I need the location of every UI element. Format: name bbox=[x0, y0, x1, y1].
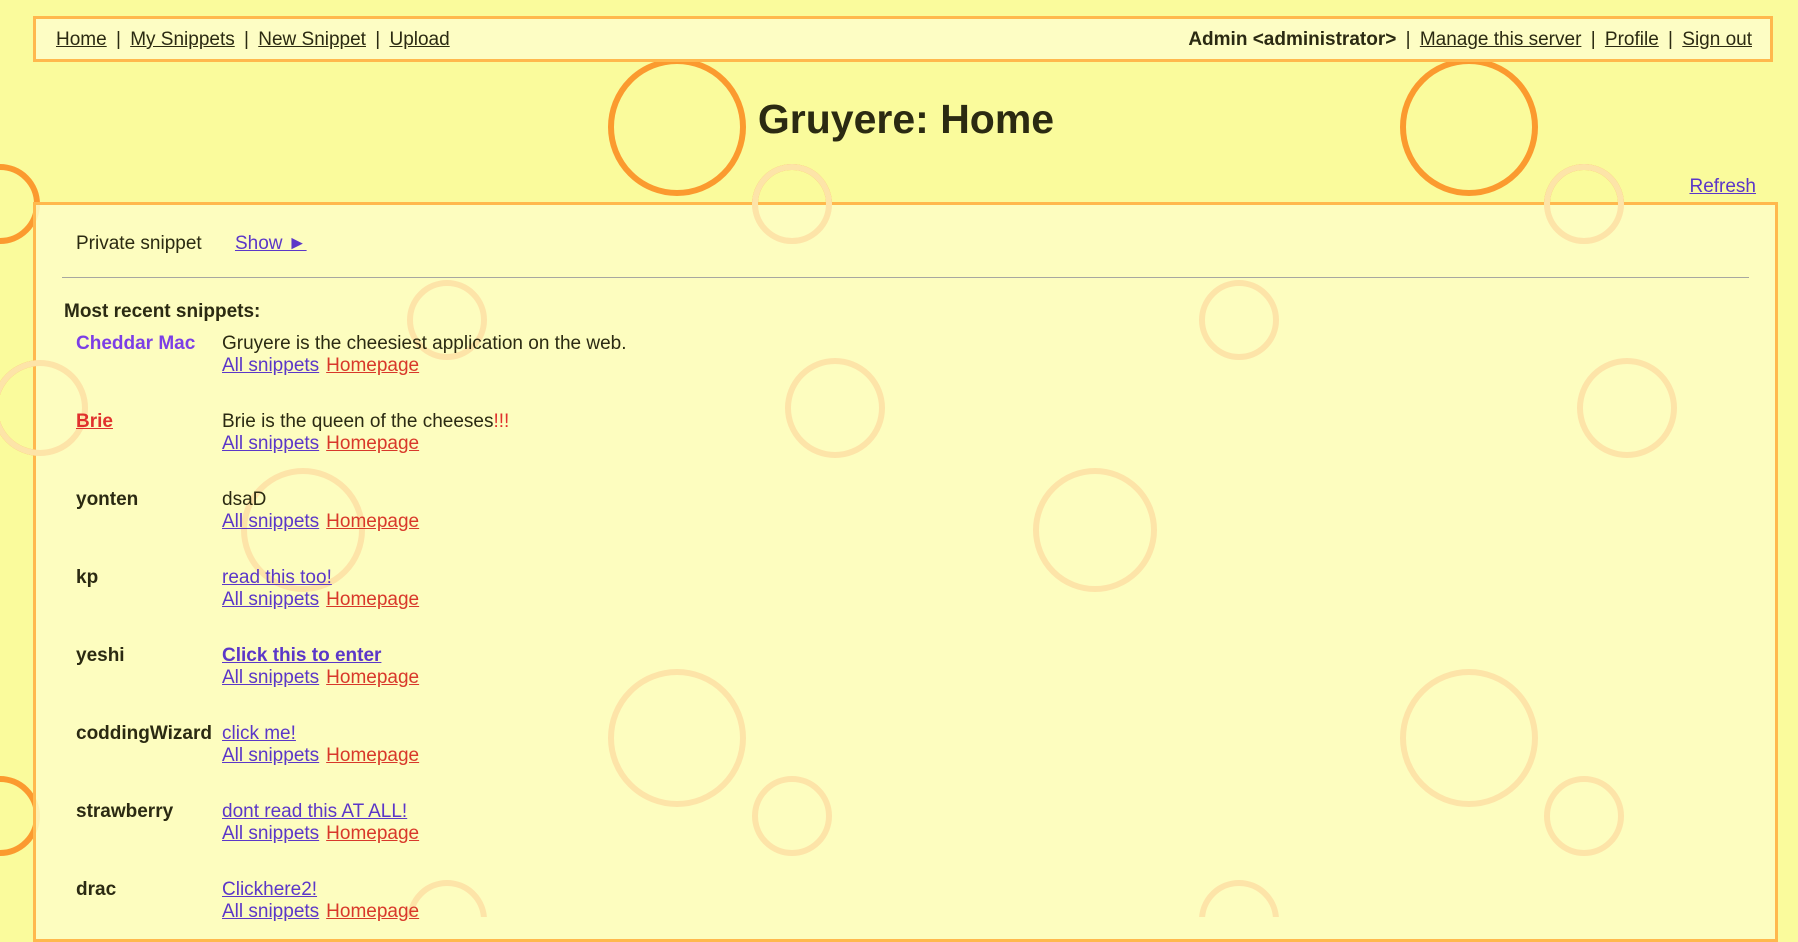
menu-separator: | bbox=[375, 29, 381, 50]
snippet-text-link[interactable]: Click this to enter bbox=[222, 645, 381, 667]
menu-right: Admin <administrator> | Manage this serv… bbox=[1188, 29, 1752, 51]
menu-new-snippet-link[interactable]: New Snippet bbox=[258, 29, 366, 50]
page-title: Gruyere: Home bbox=[757, 96, 1055, 142]
snippet-links: All snippets Homepage bbox=[222, 823, 419, 845]
homepage-link[interactable]: Homepage bbox=[326, 589, 419, 610]
snippet-user-name: kp bbox=[76, 567, 99, 588]
menu-manage-server-link[interactable]: Manage this server bbox=[1420, 29, 1582, 50]
all-snippets-link[interactable]: All snippets bbox=[222, 355, 319, 376]
snippet-text-link[interactable]: click me! bbox=[222, 723, 296, 745]
all-snippets-link[interactable]: All snippets bbox=[222, 823, 319, 844]
show-private-snippet-link[interactable]: Show ► bbox=[235, 233, 307, 254]
snippet-user-name: yonten bbox=[76, 489, 139, 510]
refresh-link[interactable]: Refresh bbox=[1689, 176, 1756, 198]
menu-home-link[interactable]: Home bbox=[56, 29, 107, 50]
snippet-text-link[interactable]: dont read this AT ALL! bbox=[222, 801, 407, 823]
snippet-user-name: strawberry bbox=[76, 801, 174, 822]
recent-snippets-heading: Most recent snippets: bbox=[64, 301, 261, 322]
snippet-user-name[interactable]: Cheddar Mac bbox=[76, 333, 195, 355]
menu-upload-link[interactable]: Upload bbox=[389, 29, 449, 50]
homepage-link[interactable]: Homepage bbox=[326, 901, 419, 922]
snippet-text: dsaD bbox=[222, 489, 267, 510]
private-snippet-row: Private snippet Show ► bbox=[76, 233, 307, 255]
homepage-link[interactable]: Homepage bbox=[326, 667, 419, 688]
snippet-user-name[interactable]: Brie bbox=[76, 411, 113, 433]
homepage-link[interactable]: Homepage bbox=[326, 511, 419, 532]
top-menu-bar: Home | My Snippets | New Snippet | Uploa… bbox=[33, 16, 1773, 62]
current-user-label: Admin <administrator> bbox=[1188, 29, 1397, 50]
homepage-link[interactable]: Homepage bbox=[326, 355, 419, 376]
snippet-text-container: Brie is the queen of the cheeses!!! bbox=[222, 411, 509, 433]
snippet-text: Gruyere is the cheesiest application on … bbox=[222, 333, 627, 354]
homepage-link[interactable]: Homepage bbox=[326, 433, 419, 454]
snippet-links: All snippets Homepage bbox=[222, 511, 419, 533]
snippet-text-link[interactable]: read this too! bbox=[222, 567, 332, 589]
snippet-links: All snippets Homepage bbox=[222, 667, 419, 689]
divider bbox=[62, 277, 1749, 278]
snippet-text-emphasis: !!! bbox=[493, 411, 510, 432]
snippet-text: Brie is the queen of the cheeses bbox=[222, 411, 494, 432]
menu-separator: | bbox=[115, 29, 121, 50]
homepage-link[interactable]: Homepage bbox=[326, 823, 419, 844]
main-content-panel: Private snippet Show ► Most recent snipp… bbox=[0, 164, 1778, 942]
snippet-links: All snippets Homepage bbox=[222, 589, 419, 611]
all-snippets-link[interactable]: All snippets bbox=[222, 433, 319, 454]
snippet-text-link[interactable]: Clickhere2! bbox=[222, 879, 317, 901]
menu-separator: | bbox=[1668, 29, 1673, 50]
menu-sign-out-link[interactable]: Sign out bbox=[1682, 29, 1752, 50]
all-snippets-link[interactable]: All snippets bbox=[222, 589, 319, 610]
all-snippets-link[interactable]: All snippets bbox=[222, 667, 319, 688]
snippet-links: All snippets Homepage bbox=[222, 433, 419, 455]
all-snippets-link[interactable]: All snippets bbox=[222, 745, 319, 766]
snippet-user-name: yeshi bbox=[76, 645, 125, 666]
snippet-links: All snippets Homepage bbox=[222, 745, 419, 767]
menu-separator: | bbox=[1590, 29, 1596, 50]
menu-separator: | bbox=[244, 29, 249, 50]
snippet-links: All snippets Homepage bbox=[222, 901, 419, 923]
menu-profile-link[interactable]: Profile bbox=[1605, 29, 1659, 50]
snippet-user-name: drac bbox=[76, 879, 117, 900]
homepage-link[interactable]: Homepage bbox=[326, 745, 419, 766]
menu-left: Home | My Snippets | New Snippet | Uploa… bbox=[56, 29, 450, 51]
all-snippets-link[interactable]: All snippets bbox=[222, 511, 319, 532]
snippet-links: All snippets Homepage bbox=[222, 355, 419, 377]
private-snippet-label: Private snippet bbox=[76, 233, 202, 254]
snippet-user-name: coddingWizard bbox=[76, 723, 212, 744]
all-snippets-link[interactable]: All snippets bbox=[222, 901, 319, 922]
menu-separator: | bbox=[1405, 29, 1411, 50]
menu-my-snippets-link[interactable]: My Snippets bbox=[130, 29, 235, 50]
